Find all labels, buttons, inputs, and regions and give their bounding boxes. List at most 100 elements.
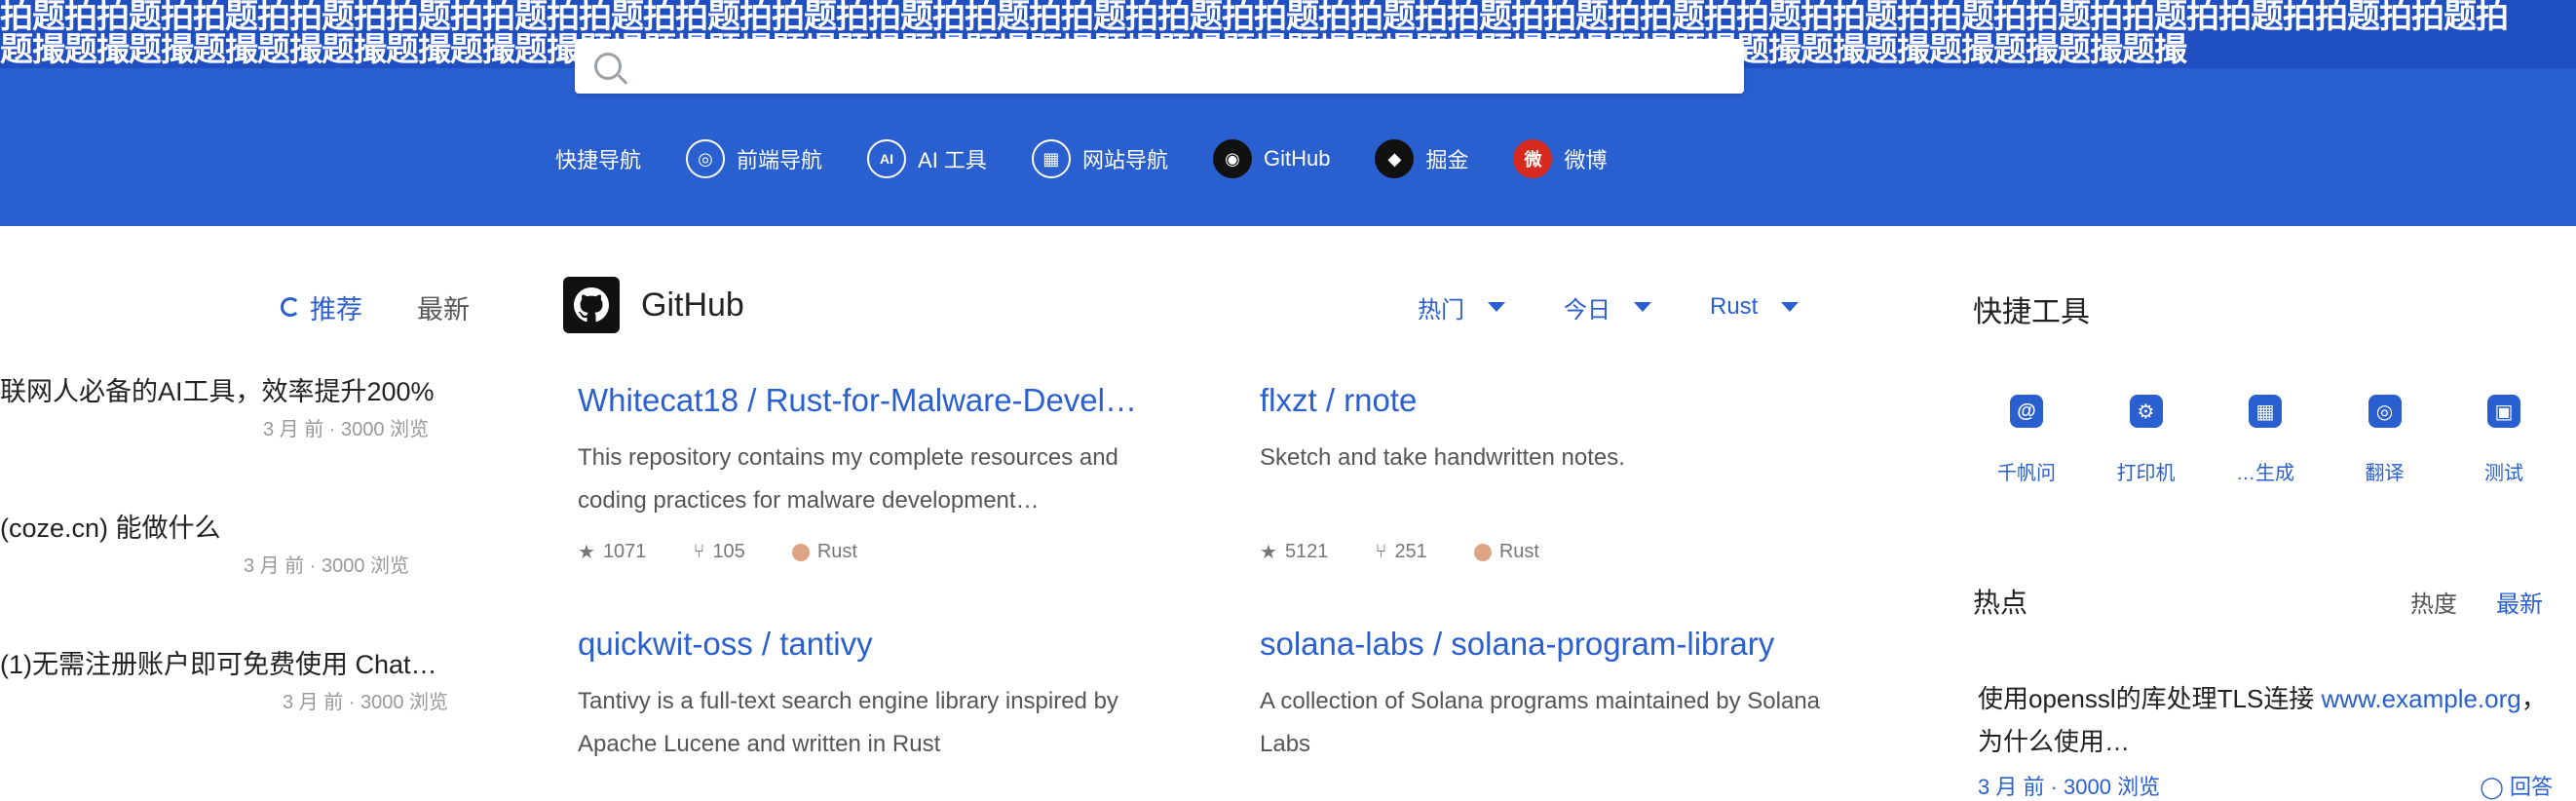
filter-label: Rust [1710,293,1759,320]
search-box[interactable] [575,39,1744,94]
chevron-down-icon [1634,302,1651,312]
quick-links-bar: 快捷导航 ◎ 前端导航 AI AI 工具 ▦ 网站导航 ◉ GitHub ◆ 掘… [555,134,1822,183]
weibo-icon: 微 [1513,139,1553,178]
repo-stats: ★ 5121 ⑂ 251 Rust [1260,540,1874,564]
repo-language: Rust [791,541,857,563]
quick-link-frontend[interactable]: ◎ 前端导航 [686,139,822,178]
globe-icon: ◎ [686,139,726,178]
fork-value: 251 [1394,541,1427,562]
repo-name[interactable]: Whitecat18 / Rust-for-Malware-Devel… [578,382,1192,419]
banner-watermark: 拍题拍拍题拍拍题拍拍题拍拍题拍拍题拍拍题拍拍题拍拍题拍拍题拍拍题拍拍题拍拍题拍拍… [0,0,2509,33]
filter-label: 今日 [1564,296,1610,324]
star-icon: ★ [1260,542,1277,563]
sort-latest-button[interactable]: 最新 [2496,585,2543,619]
repo-card[interactable]: Whitecat18 / Rust-for-Malware-Devel… Thi… [578,382,1192,564]
tool-label: 翻译 [2365,463,2405,484]
list-item[interactable]: (coze.cn) 能做什么 3 月 前 · 3000 浏览 [0,507,497,643]
tab-label: 推荐 [310,294,362,324]
repo-description: This repository contains my complete res… [578,444,1118,514]
quick-link-ai[interactable]: AI AI 工具 [867,139,987,178]
hot-item-text: 使用openssl的库处理TLS连接 [1978,684,2322,713]
quick-link-label: 网站导航 [1081,148,1168,172]
answer-button[interactable]: ◯ 回答 [2480,770,2553,801]
feed-tabs: 推荐 最新 [281,283,470,331]
hot-meta-info: 3 月 前 · 3000 浏览 [1978,775,2161,799]
tool-label: 千帆问 [1997,463,2056,484]
sort-hot-button[interactable]: 热度 [2410,585,2457,619]
filter-period[interactable]: 今日 [1564,290,1651,324]
hot-item[interactable]: 使用openssl的库处理TLS连接 www.example.org，为什么使用… [1978,677,2553,763]
repo-description: Tantivy is a full-text search engine lib… [578,688,1118,757]
list-item[interactable]: 联网人必备的AI工具，效率提升200% 3 月 前 · 3000 浏览 [0,370,497,507]
hero-banner: 拍题拍拍题拍拍题拍拍题拍拍题拍拍题拍拍题拍拍题拍拍题拍拍题拍拍题拍拍题拍拍题拍拍… [0,0,2576,226]
hot-header: 热点 热度 最新 [1973,582,2543,621]
chevron-down-icon [1781,302,1799,312]
article-meta: 3 月 前 · 3000 浏览 [283,692,449,713]
list-item[interactable]: (1)无需注册账户即可免费使用 Chat… 3 月 前 · 3000 浏览 [0,643,497,780]
tool-item[interactable]: ▦ …生成 [2212,395,2319,485]
quick-link-label: 掘金 [1425,148,1469,172]
article-title[interactable]: 联网人必备的AI工具，效率提升200% [0,370,435,408]
quick-link-label: AI 工具 [918,148,987,172]
at-icon: @ [2010,395,2043,428]
tool-item[interactable]: ◎ 翻译 [2331,395,2439,485]
tab-latest[interactable]: 最新 [417,288,470,326]
fork-count: ⑂ 251 [1375,541,1426,563]
article-meta: 3 月 前 · 3000 浏览 [263,419,430,440]
left-article-list: 联网人必备的AI工具，效率提升200% 3 月 前 · 3000 浏览 (coz… [0,370,497,780]
quick-link-github[interactable]: ◉ GitHub [1212,139,1331,178]
article-title[interactable]: (1)无需注册账户即可免费使用 Chat… [0,643,437,681]
fork-value: 105 [712,541,745,562]
language-value: Rust [1498,541,1539,562]
tools-title: 快捷工具 [1973,296,2090,328]
repo-name[interactable]: flxzt / rnote [1260,382,1874,419]
star-count: ★ 1071 [578,540,646,564]
filter-label: 热门 [1418,296,1464,324]
hot-item-link[interactable]: www.example.org [2322,684,2521,713]
target-icon: ◎ [2368,395,2402,428]
repo-stats: ★ 1071 ⑂ 105 Rust [578,540,1192,564]
star-value: 5121 [1284,541,1329,562]
quick-link-label: 前端导航 [737,148,823,172]
article-meta: 3 月 前 · 3000 浏览 [244,555,410,577]
tool-item[interactable]: ▣ 测试 [2450,395,2557,485]
repo-description: Sketch and take handwritten notes. [1260,444,1625,471]
quick-link-sites[interactable]: ▦ 网站导航 [1031,139,1168,178]
filter-popular[interactable]: 热门 [1418,290,1505,324]
tool-label: 打印机 [2116,463,2176,484]
tool-label: …生成 [2236,463,2294,484]
grid-icon: ▦ [1031,139,1071,178]
hot-item-meta: 3 月 前 · 3000 浏览 ◯ 回答 [1978,770,2553,801]
fork-icon: ⑂ [693,541,705,562]
tab-recommended[interactable]: 推荐 [281,288,362,326]
quick-link-juejin[interactable]: ◆ 掘金 [1375,139,1468,178]
repo-card[interactable]: quickwit-oss / tantivy Tantivy is a full… [578,626,1192,766]
repo-name[interactable]: solana-labs / solana-program-library [1260,626,1874,663]
github-filters: 热门 今日 Rust [1418,283,1799,331]
fork-count: ⑂ 105 [693,541,744,563]
fork-icon: ⑂ [1375,541,1387,562]
star-value: 1071 [602,541,647,562]
tool-item[interactable]: ⚙ 打印机 [2093,395,2200,485]
chevron-down-icon [1488,302,1505,312]
filter-language[interactable]: Rust [1710,293,1799,321]
language-dot-icon [1473,543,1492,561]
github-icon [563,277,620,333]
star-icon: ★ [578,542,595,563]
github-title: GitHub [641,286,744,324]
repo-language: Rust [1473,541,1539,563]
quick-links-label: 快捷导航 [555,148,642,172]
github-icon: ◉ [1212,139,1252,178]
tool-item[interactable]: @ 千帆问 [1973,395,2080,485]
grid-icon: ▦ [2249,395,2282,428]
article-title[interactable]: (coze.cn) 能做什么 [0,507,221,545]
repo-card[interactable]: flxzt / rnote Sketch and take handwritte… [1260,382,1874,564]
juejin-icon: ◆ [1375,139,1415,178]
language-value: Rust [816,541,857,562]
repo-card[interactable]: solana-labs / solana-program-library A c… [1260,626,1874,766]
search-input[interactable] [635,53,1744,80]
repo-name[interactable]: quickwit-oss / tantivy [578,626,1192,663]
quick-link-weibo[interactable]: 微 微博 [1513,139,1607,178]
quick-link-label: GitHub [1263,146,1331,171]
ai-icon: AI [867,139,907,178]
